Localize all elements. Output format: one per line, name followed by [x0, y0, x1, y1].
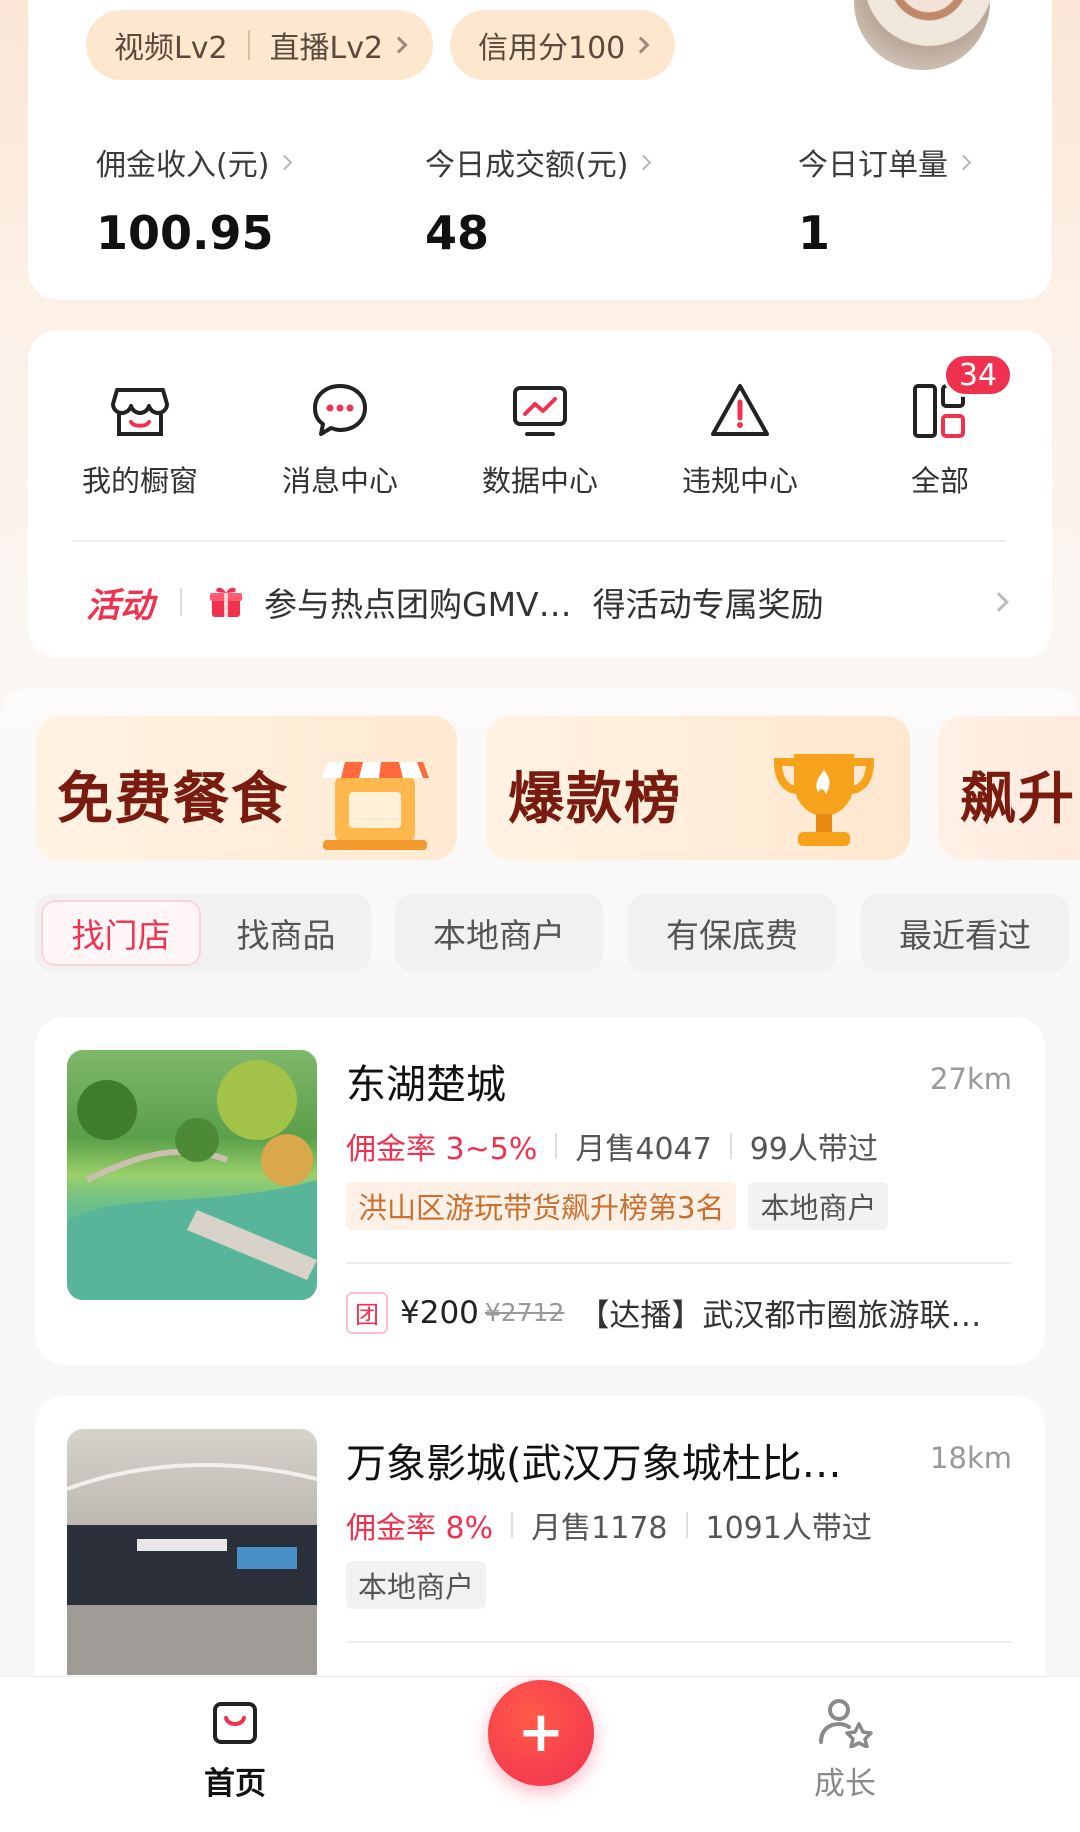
tools-divider [72, 540, 1006, 542]
nav-home[interactable]: 首页 [180, 1696, 290, 1803]
group-buy-badge: 团 [346, 1291, 388, 1334]
metric-divider [685, 1512, 688, 1538]
credit-chip[interactable]: 信用分100 [450, 10, 676, 80]
store-name: 万象影城(武汉万象城杜比… [346, 1441, 842, 1487]
activity-tag: 活动 [86, 585, 154, 626]
deal-price: ¥200 [400, 1294, 479, 1331]
filter-guaranteed-fee[interactable]: 有保底费 [628, 894, 836, 972]
commission-rate: 佣金率 3~5% [346, 1132, 538, 1167]
store-tags: 洪山区游玩带货飙升榜第3名 本地商户 [346, 1182, 889, 1230]
store-name: 东湖楚城 [346, 1062, 506, 1108]
level-chip[interactable]: 视频Lv2 直播Lv2 [86, 10, 434, 80]
deal-row[interactable]: 团 ¥200 ¥2712 【达播】武汉都市圈旅游联… [346, 1290, 1012, 1335]
message-icon [313, 384, 367, 436]
metric-divider [511, 1512, 514, 1538]
promo-title: 飙升 [960, 766, 1076, 832]
warning-icon [711, 384, 769, 436]
chevron-right-icon [390, 36, 408, 54]
tool-label: 消息中心 [281, 464, 398, 498]
stat-commission[interactable]: 佣金收入(元) 100.95 [96, 140, 293, 260]
shop-icon [111, 388, 169, 436]
tool-message-center[interactable]: 消息中心 [260, 380, 420, 500]
stat-label: 今日成交额(元) [425, 148, 629, 183]
user-star-icon [819, 1699, 873, 1748]
tool-label: 数据中心 [481, 464, 598, 498]
store-tags: 本地商户 [346, 1561, 487, 1609]
chevron-right-icon [989, 592, 1009, 612]
create-button[interactable]: + [488, 1680, 594, 1786]
activity-divider [180, 588, 182, 616]
promoter-count: 1091人带过 [705, 1511, 872, 1546]
stat-value: 48 [425, 206, 490, 260]
gift-icon [210, 587, 242, 617]
stat-label: 佣金收入(元) [96, 148, 270, 183]
notification-badge: 34 [943, 353, 1013, 397]
tool-data-center[interactable]: 数据中心 [460, 380, 620, 500]
promoter-count: 99人带过 [749, 1132, 878, 1167]
tool-label: 我的橱窗 [81, 464, 198, 498]
plus-icon: + [517, 1700, 565, 1765]
store-distance: 18km [930, 1441, 1012, 1475]
local-merchant-tag: 本地商户 [748, 1182, 889, 1230]
credit-score: 信用分100 [478, 31, 626, 66]
store-divider [346, 1641, 1012, 1643]
chart-monitor-icon [513, 386, 567, 436]
store-image [67, 1050, 317, 1300]
monthly-sales: 月售4047 [575, 1132, 712, 1167]
promo-title: 爆款榜 [508, 766, 682, 832]
activity-banner[interactable]: 活动 参与热点团购GMV… 得活动专属奖励 [86, 572, 1009, 632]
nav-growth-label: 成长 [814, 1766, 876, 1802]
metric-divider [729, 1133, 732, 1159]
store-metrics: 佣金率 3~5% 月售4047 99人带过 [346, 1124, 878, 1168]
promo-bestsellers[interactable]: 爆款榜 [486, 716, 910, 860]
video-level: 视频Lv2 [114, 31, 228, 66]
tab-find-product[interactable]: 找商品 [206, 900, 366, 966]
tool-my-showcase[interactable]: 我的橱窗 [60, 380, 220, 500]
filter-recently-viewed[interactable]: 最近看过 [861, 894, 1069, 972]
rank-tag: 洪山区游玩带货飙升榜第3名 [346, 1182, 737, 1230]
live-level: 直播Lv2 [269, 31, 384, 66]
stat-gmv[interactable]: 今日成交额(元) 48 [425, 140, 652, 260]
store-metrics: 佣金率 8% 月售1178 1091人带过 [346, 1503, 872, 1547]
chevron-right-icon [955, 154, 972, 170]
chip-divider [247, 30, 250, 60]
deal-title: 【达播】武汉都市圈旅游联… [578, 1298, 982, 1334]
stat-label: 今日订单量 [798, 148, 948, 183]
tool-label: 违规中心 [681, 464, 798, 498]
promo-free-meals[interactable]: 免费餐食 [35, 716, 457, 860]
store-divider [346, 1262, 1012, 1264]
store-distance: 27km [930, 1062, 1012, 1096]
chevron-right-icon [636, 154, 652, 170]
promo-rising[interactable]: 飙升 [938, 716, 1080, 860]
promo-title: 免费餐食 [57, 766, 289, 832]
tool-label: 全部 [910, 464, 969, 498]
nav-home-label: 首页 [204, 1766, 266, 1802]
store-image [67, 1429, 317, 1675]
tab-find-store[interactable]: 找门店 [41, 900, 201, 966]
chevron-right-icon [632, 36, 650, 54]
commission-rate: 佣金率 8% [346, 1511, 494, 1546]
nav-growth[interactable]: 成长 [790, 1696, 900, 1803]
chevron-right-icon [277, 154, 293, 170]
tool-all[interactable]: 全部 [860, 380, 1020, 500]
trophy-icon [773, 754, 875, 846]
stat-orders[interactable]: 今日订单量 1 [798, 140, 972, 260]
shopping-bag-icon [213, 1702, 257, 1744]
stat-value: 1 [798, 206, 831, 260]
tool-violation-center[interactable]: 违规中心 [660, 380, 820, 500]
metric-divider [555, 1133, 558, 1159]
deal-original-price: ¥2712 [484, 1298, 565, 1327]
local-merchant-tag: 本地商户 [346, 1561, 487, 1609]
activity-text: 参与热点团购GMV… 得活动专属奖励 [264, 585, 824, 624]
storefront-icon [321, 762, 429, 850]
filter-local-merchant[interactable]: 本地商户 [395, 894, 603, 972]
monthly-sales: 月售1178 [531, 1511, 668, 1546]
stat-value: 100.95 [96, 206, 274, 260]
